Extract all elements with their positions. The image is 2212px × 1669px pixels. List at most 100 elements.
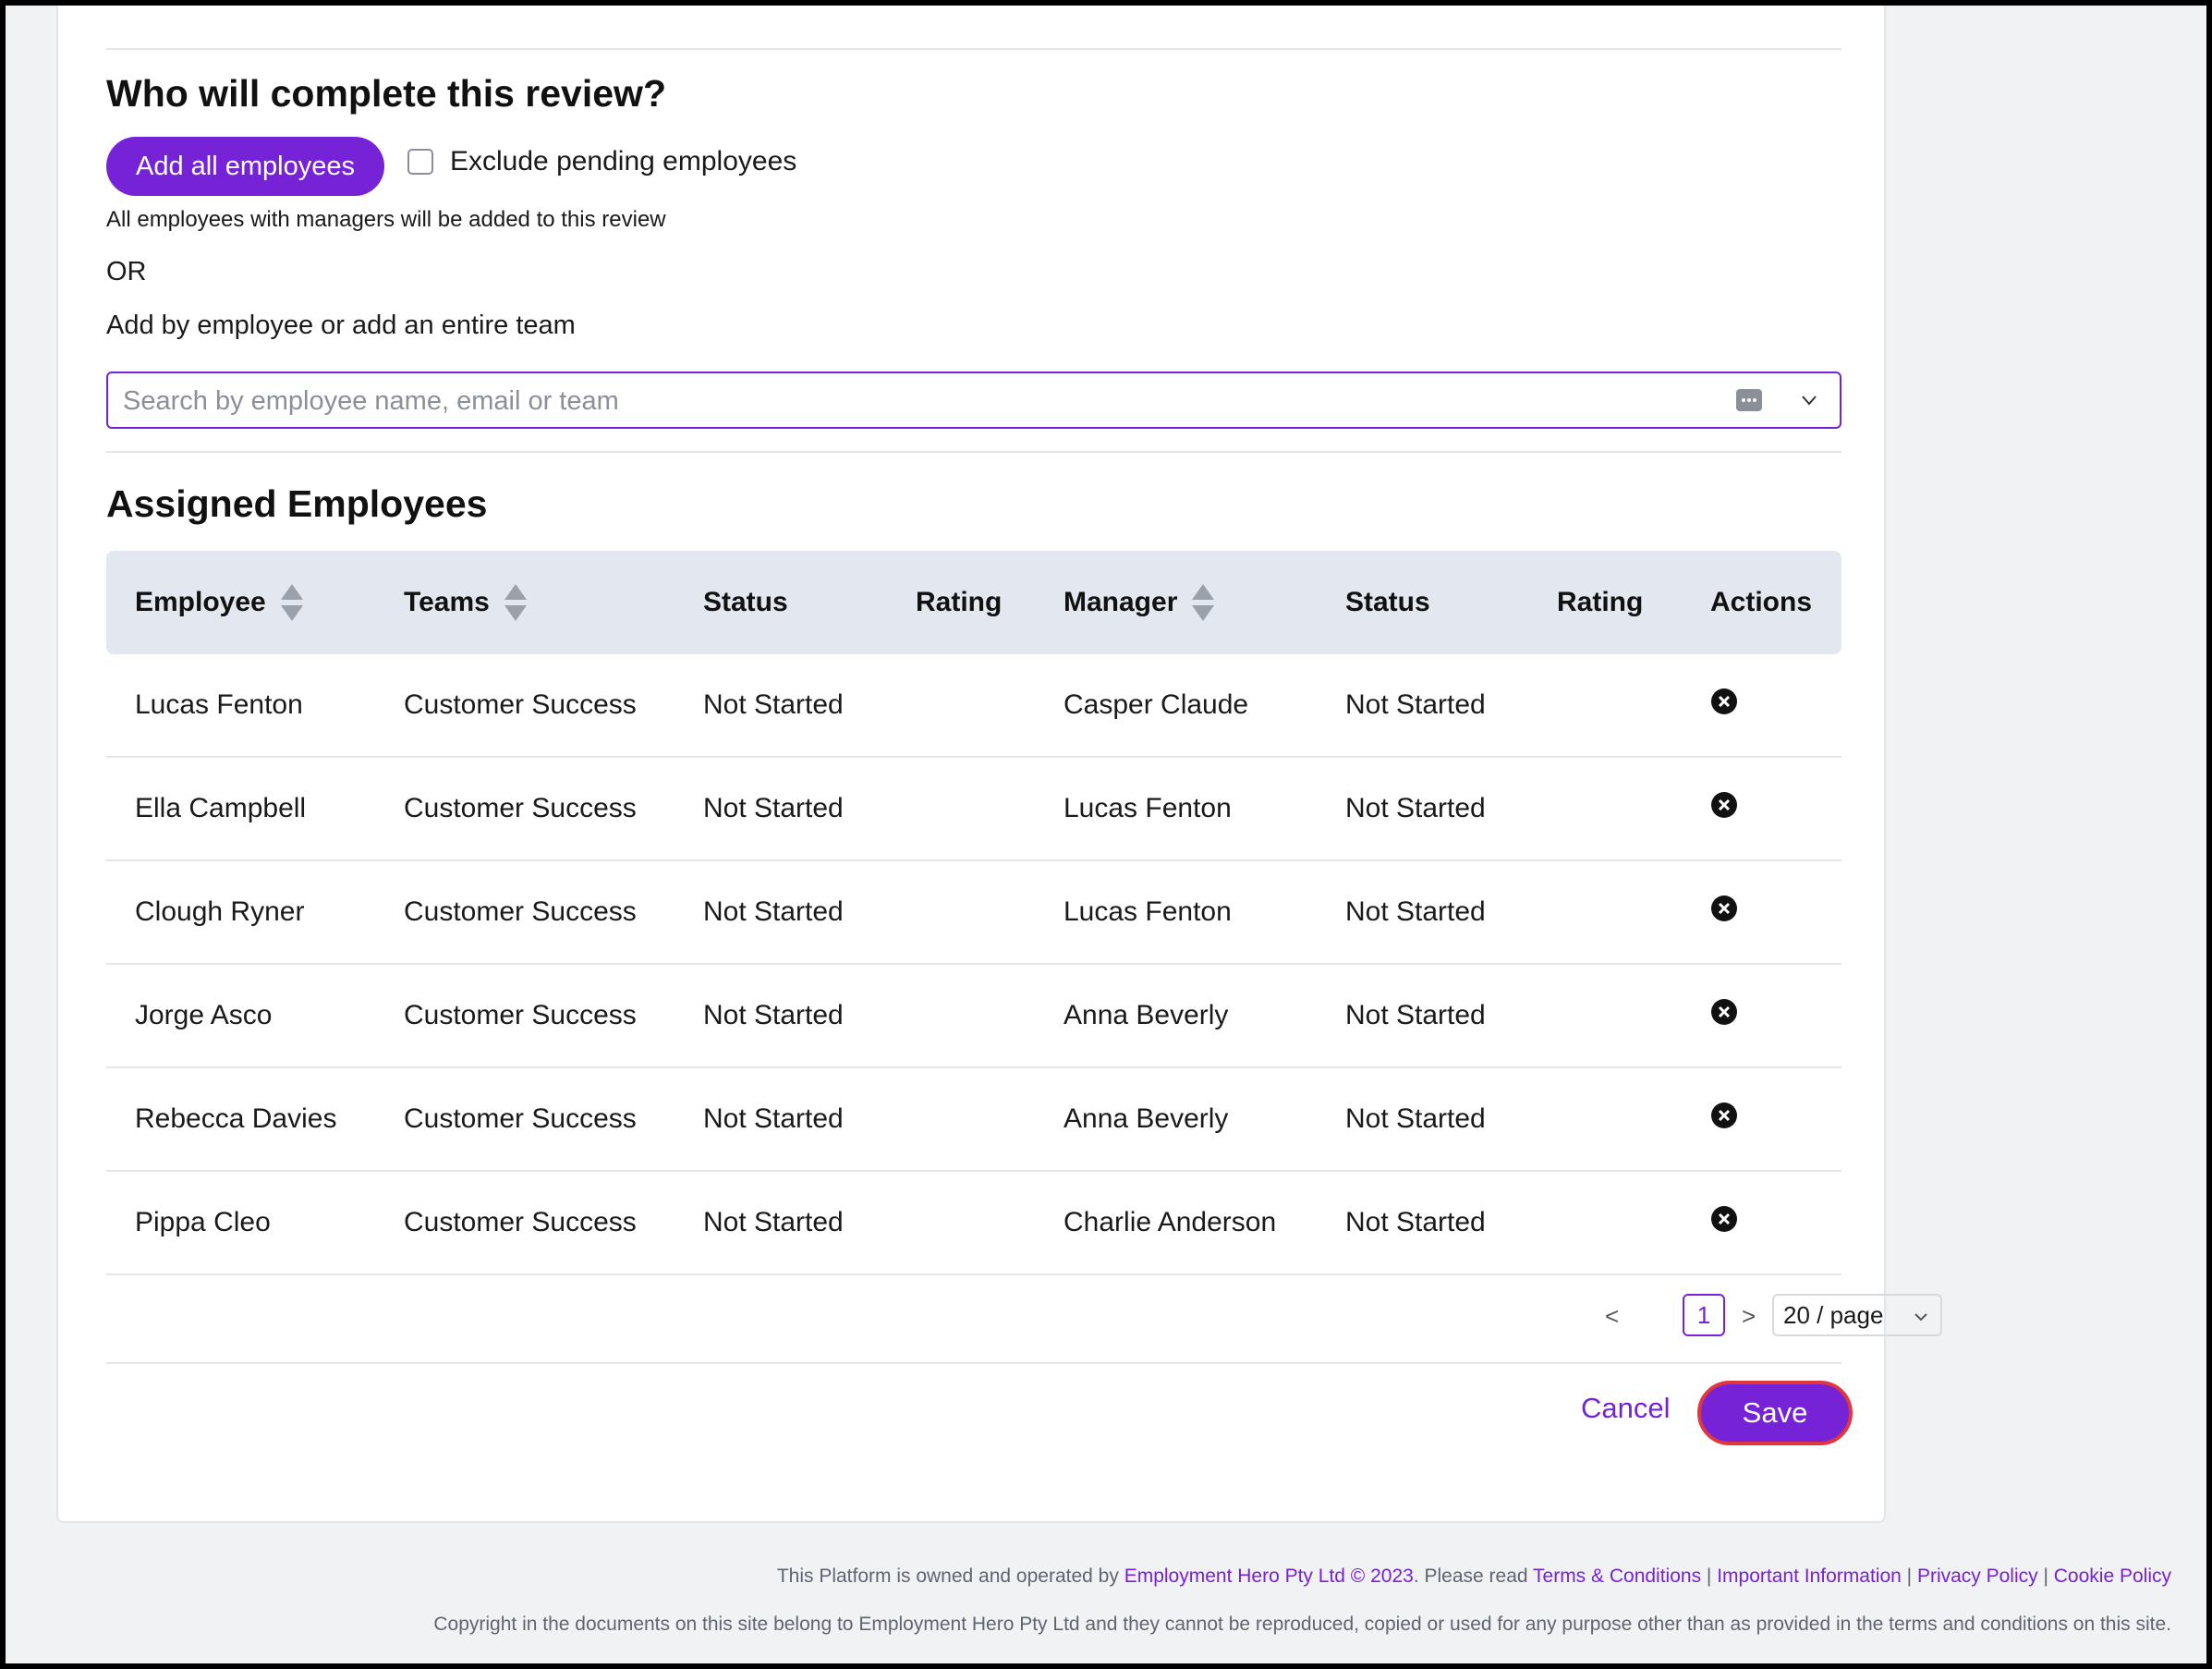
prev-page-button[interactable]: < bbox=[1605, 1294, 1619, 1338]
exclude-pending-checkbox[interactable] bbox=[407, 149, 433, 175]
manager-cell: Lucas Fenton bbox=[1063, 896, 1232, 927]
team-cell: Customer Success bbox=[404, 1000, 637, 1030]
save-button[interactable]: Save bbox=[1697, 1381, 1853, 1445]
next-page-button[interactable]: > bbox=[1742, 1294, 1756, 1338]
add-all-employees-button[interactable]: Add all employees bbox=[106, 137, 384, 196]
column-manager-status: Status bbox=[1345, 587, 1430, 617]
manager-status-cell: Not Started bbox=[1345, 793, 1486, 823]
manager-cell: Casper Claude bbox=[1063, 689, 1249, 720]
manager-cell: Anna Beverly bbox=[1063, 1103, 1229, 1134]
keyboard-icon bbox=[1736, 389, 1762, 411]
employee-cell: Lucas Fenton bbox=[135, 689, 303, 720]
divider bbox=[106, 451, 1841, 453]
sort-icon[interactable] bbox=[503, 582, 529, 623]
page: Who will complete this review? Add all e… bbox=[6, 6, 2206, 1663]
sort-icon[interactable] bbox=[279, 582, 305, 623]
actions-cell bbox=[1710, 758, 1738, 859]
status-cell: Not Started bbox=[703, 896, 844, 927]
actions-cell bbox=[1710, 1068, 1738, 1170]
table-row: Pippa Cleo Customer Success Not Started … bbox=[106, 1172, 1841, 1275]
column-manager[interactable]: Manager bbox=[1063, 551, 1216, 654]
column-teams[interactable]: Teams bbox=[404, 551, 529, 654]
table-row: Rebecca Davies Customer Success Not Star… bbox=[106, 1068, 1841, 1172]
manager-status-cell: Not Started bbox=[1345, 1103, 1486, 1134]
employee-cell: Clough Ryner bbox=[135, 896, 305, 927]
table-row: Clough Ryner Customer Success Not Starte… bbox=[106, 861, 1841, 965]
actions-cell bbox=[1710, 1172, 1738, 1273]
exclude-pending-label: Exclude pending employees bbox=[450, 146, 797, 177]
actions-cell bbox=[1710, 965, 1738, 1066]
remove-circle-icon[interactable] bbox=[1710, 998, 1738, 1026]
footer-please-read: . Please read bbox=[1413, 1565, 1534, 1587]
who-heading: Who will complete this review? bbox=[106, 72, 666, 115]
employee-cell: Pippa Cleo bbox=[135, 1207, 271, 1237]
assigned-employees-table: Employee Teams Status Rating Manager Sta… bbox=[106, 551, 1841, 1275]
table-row: Jorge Asco Customer Success Not Started … bbox=[106, 965, 1841, 1068]
table-row: Ella Campbell Customer Success Not Start… bbox=[106, 758, 1841, 861]
remove-circle-icon[interactable] bbox=[1710, 688, 1738, 715]
team-cell: Customer Success bbox=[404, 793, 637, 823]
page-size-select[interactable]: 20 / page bbox=[1772, 1294, 1942, 1336]
column-rating: Rating bbox=[916, 587, 1003, 617]
cancel-button[interactable]: Cancel bbox=[1581, 1392, 1671, 1425]
team-cell: Customer Success bbox=[404, 689, 637, 720]
status-cell: Not Started bbox=[703, 689, 844, 720]
manager-status-cell: Not Started bbox=[1345, 1000, 1486, 1030]
status-cell: Not Started bbox=[703, 1103, 844, 1134]
terms-link[interactable]: Terms & Conditions bbox=[1533, 1565, 1701, 1587]
manager-status-cell: Not Started bbox=[1345, 1207, 1486, 1237]
status-cell: Not Started bbox=[703, 1207, 844, 1237]
footer-copyright: Copyright in the documents on this site … bbox=[433, 1614, 2171, 1635]
add-by-label: Add by employee or add an entire team bbox=[106, 311, 576, 340]
team-cell: Customer Success bbox=[404, 1207, 637, 1237]
divider bbox=[106, 1362, 1841, 1364]
pagination: < 1 > 20 / page bbox=[106, 1294, 1942, 1338]
employee-search-input[interactable] bbox=[121, 373, 1695, 429]
footer-ownership: This Platform is owned and operated by E… bbox=[777, 1565, 2171, 1588]
footer-separator: | bbox=[1901, 1565, 1917, 1587]
column-actions: Actions bbox=[1710, 587, 1813, 617]
table-header: Employee Teams Status Rating Manager Sta… bbox=[106, 551, 1841, 654]
remove-circle-icon[interactable] bbox=[1710, 1205, 1738, 1233]
employee-cell: Rebecca Davies bbox=[135, 1103, 337, 1134]
important-info-link[interactable]: Important Information bbox=[1717, 1565, 1902, 1587]
manager-status-cell: Not Started bbox=[1345, 896, 1486, 927]
exclude-pending-checkbox-wrap[interactable]: Exclude pending employees bbox=[407, 146, 796, 177]
column-manager-label: Manager bbox=[1063, 587, 1178, 617]
status-cell: Not Started bbox=[703, 1000, 844, 1030]
team-cell: Customer Success bbox=[404, 1103, 637, 1134]
cookie-policy-link[interactable]: Cookie Policy bbox=[2054, 1565, 2171, 1587]
review-form-card: Who will complete this review? Add all e… bbox=[56, 6, 1942, 1523]
employee-search-select[interactable] bbox=[106, 372, 1841, 429]
column-status: Status bbox=[703, 587, 788, 617]
column-manager-rating: Rating bbox=[1557, 587, 1644, 617]
manager-cell: Anna Beverly bbox=[1063, 1000, 1229, 1030]
add-all-note: All employees with managers will be adde… bbox=[106, 207, 666, 232]
table-row: Lucas Fenton Customer Success Not Starte… bbox=[106, 654, 1841, 758]
privacy-policy-link[interactable]: Privacy Policy bbox=[1917, 1565, 2038, 1587]
employee-cell: Ella Campbell bbox=[135, 793, 307, 823]
remove-circle-icon[interactable] bbox=[1710, 1102, 1738, 1129]
actions-cell bbox=[1710, 861, 1738, 963]
remove-circle-icon[interactable] bbox=[1710, 791, 1738, 819]
page-1-button[interactable]: 1 bbox=[1683, 1294, 1725, 1336]
chevron-down-icon bbox=[1914, 1313, 1927, 1322]
column-employee[interactable]: Employee bbox=[135, 551, 305, 654]
employee-cell: Jorge Asco bbox=[135, 1000, 273, 1030]
page-size-value: 20 / page bbox=[1783, 1300, 1884, 1329]
manager-cell: Charlie Anderson bbox=[1063, 1207, 1277, 1237]
remove-circle-icon[interactable] bbox=[1710, 895, 1738, 922]
sort-icon[interactable] bbox=[1190, 582, 1216, 623]
or-separator: OR bbox=[106, 257, 147, 286]
column-employee-label: Employee bbox=[135, 587, 266, 617]
team-cell: Customer Success bbox=[404, 896, 637, 927]
footer-separator: | bbox=[2037, 1565, 2054, 1587]
footer-separator: | bbox=[1701, 1565, 1718, 1587]
company-link[interactable]: Employment Hero Pty Ltd © 2023 bbox=[1124, 1565, 1414, 1587]
chevron-down-icon[interactable] bbox=[1801, 394, 1817, 407]
divider bbox=[106, 48, 1841, 50]
column-teams-label: Teams bbox=[404, 587, 490, 617]
status-cell: Not Started bbox=[703, 793, 844, 823]
actions-cell bbox=[1710, 654, 1738, 756]
manager-cell: Lucas Fenton bbox=[1063, 793, 1232, 823]
